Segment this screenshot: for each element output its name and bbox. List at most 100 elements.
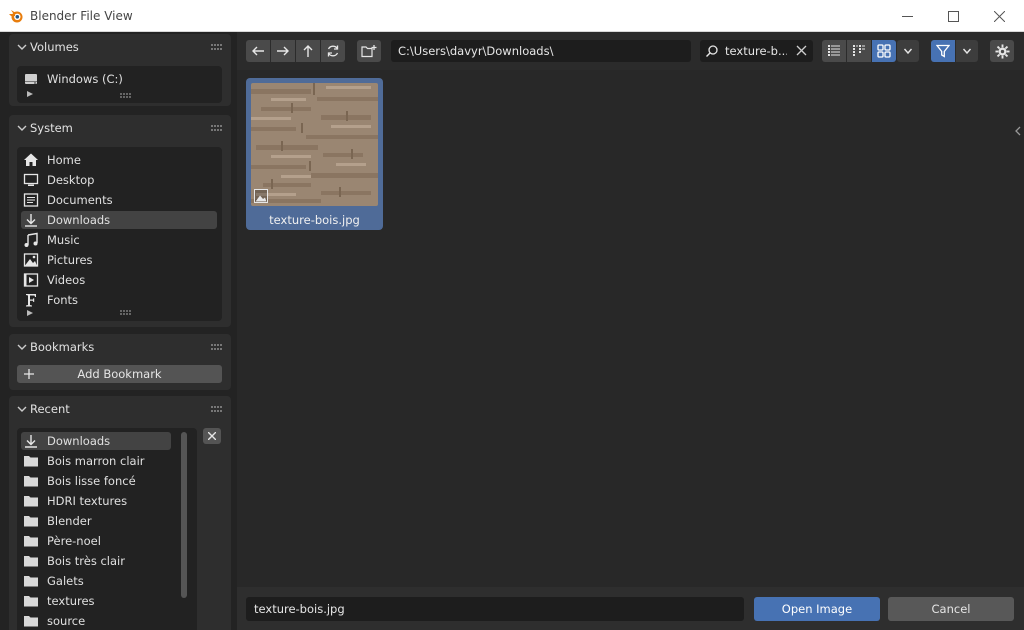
bookmarks-panel-header[interactable]: Bookmarks <box>9 334 231 360</box>
system-panel-header[interactable]: System <box>9 115 231 141</box>
minimize-icon <box>901 15 913 17</box>
directory-path-input[interactable]: C:\Users\davyr\Downloads\ <box>391 40 691 62</box>
recent-item-label: Downloads <box>47 434 111 448</box>
sidebar-item-documents[interactable]: Documents <box>21 191 217 209</box>
file-tile[interactable]: texture-bois.jpg <box>246 78 383 230</box>
sidebar: Volumes Windows (C:) System Home Desktop… <box>0 32 237 630</box>
folder-icon <box>24 476 38 487</box>
drag-grip-icon[interactable] <box>211 343 223 351</box>
resize-grip-icon[interactable] <box>120 93 132 99</box>
resize-grip-icon[interactable] <box>120 310 132 316</box>
arrow-right-icon <box>277 46 289 56</box>
drag-grip-icon[interactable] <box>211 43 223 51</box>
recent-item-label: HDRI textures <box>47 494 128 508</box>
filter-settings-dropdown[interactable] <box>956 40 978 62</box>
recent-item[interactable]: Bois marron clair <box>21 452 171 470</box>
folder-icon <box>24 616 38 627</box>
recent-item[interactable]: Galets <box>21 572 171 590</box>
sidebar-item-music[interactable]: Music <box>21 231 217 249</box>
filter-toggle-button[interactable] <box>931 40 955 62</box>
music-icon <box>24 232 38 247</box>
display-settings-dropdown[interactable] <box>897 40 919 62</box>
volumes-list: Windows (C:) <box>17 66 222 103</box>
sidebar-item-downloads[interactable]: Downloads <box>21 211 217 229</box>
sidebar-item-label: Desktop <box>47 173 95 187</box>
close-window-button[interactable] <box>976 0 1022 32</box>
recent-item[interactable]: textures <box>21 592 171 610</box>
sidebar-item-pictures[interactable]: Pictures <box>21 251 217 269</box>
window-titlebar: Blender File View <box>0 0 1024 32</box>
desktop-icon <box>23 173 39 186</box>
add-bookmark-label: Add Bookmark <box>77 367 162 381</box>
recent-item-label: Père-noel <box>47 534 101 548</box>
recent-item-label: Galets <box>47 574 84 588</box>
folder-icon <box>24 576 38 587</box>
filter-icon <box>936 44 950 58</box>
new-folder-button[interactable] <box>357 40 381 62</box>
recent-item-label: source <box>47 614 86 628</box>
volume-item[interactable]: Windows (C:) <box>21 70 217 88</box>
recent-item-label: Bois très clair <box>47 554 125 568</box>
sidebar-item-videos[interactable]: Videos <box>21 271 217 289</box>
gear-icon <box>994 43 1010 59</box>
image-icon <box>23 253 39 267</box>
parent-directory-button[interactable] <box>296 40 320 62</box>
documents-icon <box>23 193 39 207</box>
recent-panel-header[interactable]: Recent <box>9 396 231 422</box>
recent-item-label: Blender <box>47 514 92 528</box>
recent-item[interactable]: Père-noel <box>21 532 171 550</box>
sidebar-item-label: Downloads <box>47 213 111 227</box>
recent-item[interactable]: Bois lisse foncé <box>21 472 171 490</box>
folder-icon <box>24 496 38 507</box>
sidebar-item-label: Pictures <box>47 253 93 267</box>
recent-item-downloads[interactable]: Downloads <box>21 432 171 450</box>
cancel-button[interactable]: Cancel <box>888 597 1014 621</box>
file-list-area[interactable]: texture-bois.jpg <box>237 70 1024 585</box>
drag-grip-icon[interactable] <box>211 124 223 132</box>
minimize-button[interactable] <box>884 0 930 32</box>
bookmarks-panel: Bookmarks Add Bookmark <box>9 334 231 390</box>
display-thumbnails-button[interactable] <box>872 40 896 62</box>
sidebar-item-fonts[interactable]: Fonts <box>21 291 217 309</box>
add-bookmark-button[interactable]: Add Bookmark <box>17 365 222 383</box>
blender-logo-icon <box>9 10 23 23</box>
folder-icon <box>24 536 38 547</box>
video-icon <box>23 273 39 287</box>
recent-item[interactable]: source <box>21 612 171 630</box>
sidebar-item-home[interactable]: Home <box>21 151 217 169</box>
directory-path-text: C:\Users\davyr\Downloads\ <box>398 44 554 58</box>
clear-search-icon[interactable] <box>796 45 807 56</box>
clear-recent-button[interactable] <box>203 428 221 444</box>
display-vertical-list-button[interactable] <box>822 40 846 62</box>
open-image-button[interactable]: Open Image <box>754 597 880 621</box>
chevron-down-icon <box>17 344 27 350</box>
sidebar-settings-button[interactable] <box>990 40 1014 62</box>
arrow-up-icon <box>303 45 313 57</box>
recent-list: Downloads Bois marron clair Bois lisse f… <box>17 428 197 630</box>
display-horizontal-list-button[interactable] <box>847 40 871 62</box>
expand-arrow-icon[interactable] <box>27 310 33 316</box>
sidebar-item-desktop[interactable]: Desktop <box>21 171 217 189</box>
recent-item-label: Bois marron clair <box>47 454 145 468</box>
download-icon <box>25 214 37 227</box>
expand-arrow-icon[interactable] <box>27 91 33 97</box>
maximize-button[interactable] <box>930 0 976 32</box>
refresh-button[interactable] <box>321 40 345 62</box>
file-thumbnail <box>251 83 378 206</box>
recent-item[interactable]: Bois très clair <box>21 552 171 570</box>
search-text: texture-b... <box>725 44 787 58</box>
recent-item[interactable]: HDRI textures <box>21 492 171 510</box>
drag-grip-icon[interactable] <box>211 405 223 413</box>
recent-scrollbar[interactable] <box>181 432 187 598</box>
back-button[interactable] <box>246 40 270 62</box>
download-icon <box>25 435 37 448</box>
chevron-left-icon[interactable] <box>1014 126 1022 136</box>
arrow-left-icon <box>252 46 264 56</box>
recent-item[interactable]: Blender <box>21 512 171 530</box>
font-icon <box>26 294 36 307</box>
forward-button[interactable] <box>271 40 295 62</box>
toolbar: C:\Users\davyr\Downloads\ texture-b... <box>237 32 1024 70</box>
filter-search-input[interactable]: texture-b... <box>700 40 813 62</box>
volumes-panel-header[interactable]: Volumes <box>9 34 231 60</box>
filename-input[interactable]: texture-bois.jpg <box>246 597 744 621</box>
